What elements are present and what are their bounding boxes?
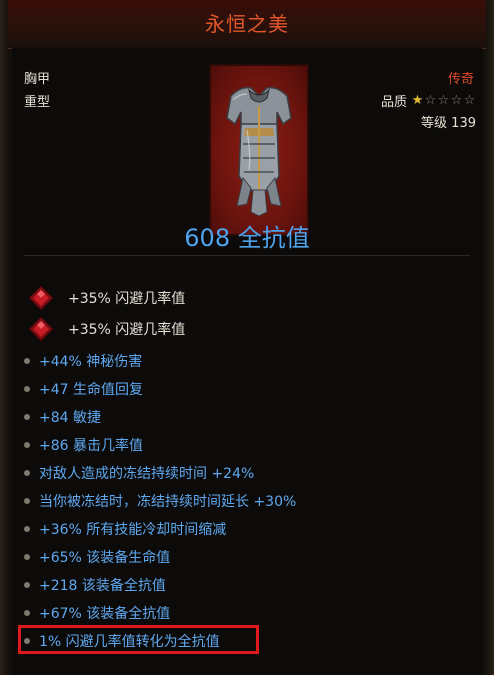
affix-line: +86 暴击几率值 [24,434,143,456]
star-outline-icon: ☆ [437,93,450,108]
gem-text: +35% 闪避几率值 [68,291,186,307]
bullet-icon [24,610,30,616]
level-label: 等级 [421,116,448,131]
red-gem-icon [28,285,54,311]
bullet-icon [24,498,30,504]
armor-value: 608 全抗值 [184,224,310,252]
affix-line: +44% 神秘伤害 [24,350,142,372]
bullet-icon [24,554,30,560]
level-value: 139 [451,116,476,131]
bullet-icon [24,442,30,448]
star-icon: ★ [411,93,424,108]
affix-line: +47 生命值回复 [24,378,143,400]
star-outline-icon: ☆ [424,93,437,108]
bullet-icon [24,386,30,392]
star-outline-icon: ☆ [450,93,463,108]
bullet-icon [24,470,30,476]
bullet-icon [24,414,30,420]
item-quality: 品质 ★ ☆ ☆ ☆ ☆ [381,91,476,110]
affix-line: +67% 该装备全抗值 [24,602,170,624]
affix-line: 当你被冻结时，冻结持续时间延长 +30% [24,490,296,512]
affix-line: +65% 该装备生命值 [24,546,170,568]
item-weight-class: 重型 [24,95,51,110]
quality-stars: ★ ☆ ☆ ☆ ☆ [411,93,476,108]
bullet-icon [24,582,30,588]
highlight-box [18,625,259,654]
item-level: 等级 139 [421,112,476,131]
bullet-icon [24,358,30,364]
item-tooltip-panel: 胸甲 重型 传奇 品质 ★ ☆ ☆ ☆ ☆ 等级 139 608 全抗值 +35… [12,48,482,675]
affix-line: 对敌人造成的冻结持续时间 +24% [24,462,254,484]
star-outline-icon: ☆ [463,93,476,108]
affix-line: +84 敏捷 [24,406,101,428]
divider [24,255,470,256]
red-gem-icon [28,316,54,342]
affix-line: +36% 所有技能冷却时间缩减 [24,518,226,540]
tooltip-header: 永恒之美 [8,0,486,49]
item-rarity: 传奇 [447,72,474,87]
affix-line: +218 该装备全抗值 [24,574,166,596]
gem-socket-row: +35% 闪避几率值 [28,283,185,313]
item-name: 永恒之美 [205,12,289,36]
quality-label: 品质 [380,95,407,110]
chest-armor-icon [209,64,309,236]
gem-socket-row: +35% 闪避几率值 [28,314,185,344]
gem-text: +35% 闪避几率值 [68,322,186,338]
item-slot: 胸甲 [24,72,51,87]
bullet-icon [24,526,30,532]
